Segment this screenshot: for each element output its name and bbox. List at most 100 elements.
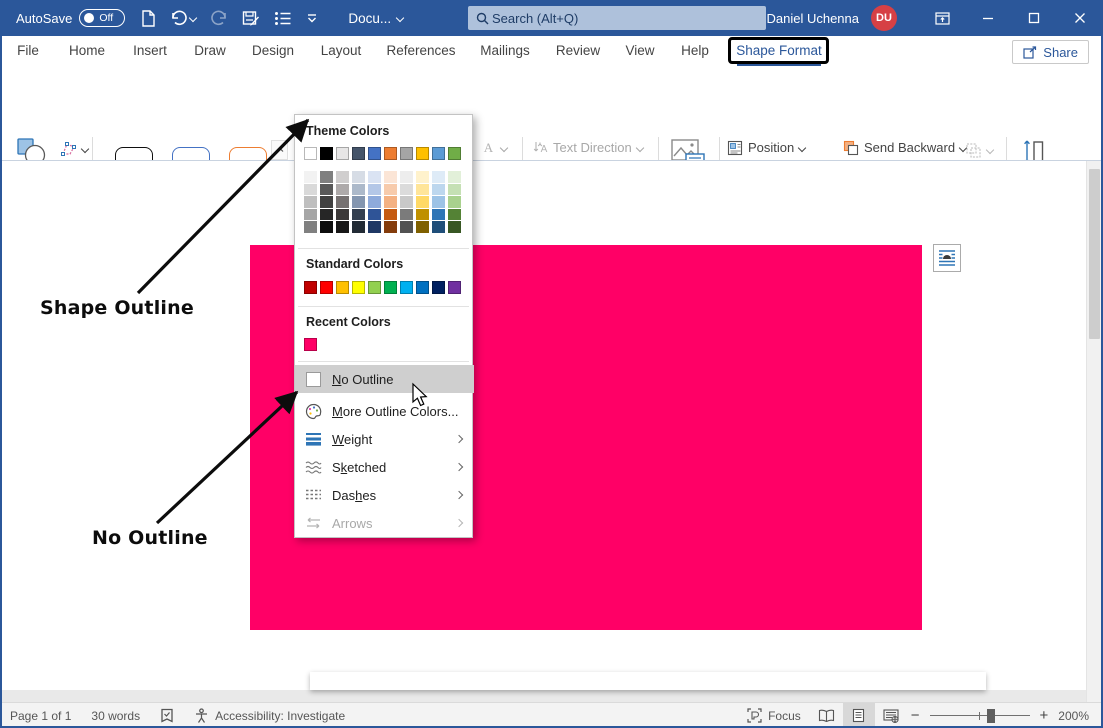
tab-insert[interactable]: Insert: [124, 36, 176, 66]
share-button[interactable]: Share: [1012, 40, 1089, 64]
color-swatch[interactable]: [416, 147, 429, 160]
proofing-status[interactable]: [150, 703, 184, 728]
color-swatch[interactable]: [352, 171, 365, 183]
color-swatch[interactable]: [304, 184, 317, 196]
save-button[interactable]: [242, 10, 260, 27]
tab-design[interactable]: Design: [246, 36, 300, 66]
layout-options-button[interactable]: [933, 244, 961, 272]
tab-view[interactable]: View: [616, 36, 664, 66]
color-swatch[interactable]: [320, 196, 333, 208]
color-swatch[interactable]: [448, 196, 461, 208]
color-swatch[interactable]: [416, 184, 429, 196]
color-swatch[interactable]: [432, 171, 445, 183]
minimize-button[interactable]: [965, 0, 1011, 36]
color-swatch[interactable]: [320, 221, 333, 233]
new-document-button[interactable]: [141, 10, 156, 27]
color-swatch[interactable]: [400, 221, 413, 233]
zoom-slider-thumb[interactable]: [987, 709, 995, 723]
color-swatch[interactable]: [432, 196, 445, 208]
color-swatch[interactable]: [336, 281, 349, 294]
color-swatch[interactable]: [304, 221, 317, 233]
document-title[interactable]: Docu...: [348, 11, 403, 26]
color-swatch[interactable]: [368, 281, 381, 294]
color-swatch[interactable]: [448, 147, 461, 160]
menu-item-no-outline[interactable]: No Outline: [295, 365, 474, 393]
color-swatch[interactable]: [432, 281, 445, 294]
color-swatch[interactable]: [384, 209, 397, 221]
maximize-button[interactable]: [1011, 0, 1057, 36]
color-swatch[interactable]: [384, 147, 397, 160]
color-swatch[interactable]: [448, 221, 461, 233]
tab-help[interactable]: Help: [670, 36, 720, 66]
color-swatch[interactable]: [384, 184, 397, 196]
color-swatch[interactable]: [400, 281, 413, 294]
undo-dropdown-icon[interactable]: [190, 13, 196, 19]
color-swatch[interactable]: [320, 209, 333, 221]
color-swatch[interactable]: [384, 196, 397, 208]
bullet-list-button[interactable]: [274, 11, 292, 26]
avatar[interactable]: DU: [871, 5, 897, 31]
zoom-in-button[interactable]: +: [1036, 707, 1053, 724]
color-swatch[interactable]: [368, 171, 381, 183]
menu-item-more-outline-colors[interactable]: More Outline Colors...: [295, 397, 474, 425]
word-count[interactable]: 30 words: [81, 703, 150, 728]
page-indicator[interactable]: Page 1 of 1: [0, 703, 81, 728]
tab-draw[interactable]: Draw: [186, 36, 234, 66]
menu-item-dashes[interactable]: Dashes: [295, 481, 474, 509]
zoom-level[interactable]: 200%: [1052, 703, 1095, 728]
color-swatch[interactable]: [368, 147, 381, 160]
color-swatch[interactable]: [352, 281, 365, 294]
color-swatch[interactable]: [352, 196, 365, 208]
send-backward-button[interactable]: Send Backward: [840, 137, 969, 158]
color-swatch[interactable]: [432, 209, 445, 221]
focus-button[interactable]: Focus: [737, 703, 811, 728]
color-swatch[interactable]: [320, 147, 333, 160]
color-swatch[interactable]: [432, 147, 445, 160]
tab-layout[interactable]: Layout: [312, 36, 370, 66]
color-swatch[interactable]: [384, 281, 397, 294]
tab-review[interactable]: Review: [552, 36, 604, 66]
ribbon-display-options-button[interactable]: [919, 0, 965, 36]
color-swatch[interactable]: [336, 184, 349, 196]
color-swatch[interactable]: [448, 184, 461, 196]
close-button[interactable]: [1057, 0, 1103, 36]
menu-item-weight[interactable]: Weight: [295, 425, 474, 453]
color-swatch[interactable]: [320, 171, 333, 183]
print-layout-button[interactable]: [843, 703, 875, 728]
color-swatch[interactable]: [304, 196, 317, 208]
color-swatch[interactable]: [320, 184, 333, 196]
color-swatch[interactable]: [416, 171, 429, 183]
color-swatch[interactable]: [352, 184, 365, 196]
vertical-scrollbar[interactable]: [1086, 161, 1101, 702]
color-swatch[interactable]: [384, 221, 397, 233]
color-swatch[interactable]: [336, 221, 349, 233]
autosave-toggle[interactable]: Off: [79, 9, 125, 27]
color-swatch[interactable]: [336, 171, 349, 183]
color-swatch[interactable]: [400, 171, 413, 183]
edit-shape-button[interactable]: [58, 138, 91, 159]
color-swatch[interactable]: [416, 209, 429, 221]
undo-button[interactable]: [170, 10, 196, 26]
color-swatch[interactable]: [352, 209, 365, 221]
position-button[interactable]: Position: [724, 137, 808, 158]
web-layout-button[interactable]: [875, 703, 907, 728]
color-swatch[interactable]: [320, 281, 333, 294]
color-swatch[interactable]: [448, 209, 461, 221]
zoom-out-button[interactable]: −: [907, 707, 924, 724]
tab-home[interactable]: Home: [62, 36, 112, 66]
color-swatch[interactable]: [352, 221, 365, 233]
search-input[interactable]: Search (Alt+Q): [468, 6, 766, 30]
color-swatch[interactable]: [368, 209, 381, 221]
color-swatch[interactable]: [432, 221, 445, 233]
color-swatch[interactable]: [304, 209, 317, 221]
color-swatch[interactable]: [416, 196, 429, 208]
color-swatch[interactable]: [416, 281, 429, 294]
tab-references[interactable]: References: [382, 36, 460, 66]
color-swatch[interactable]: [336, 147, 349, 160]
color-swatch[interactable]: [368, 196, 381, 208]
customize-qat-button[interactable]: [306, 12, 318, 24]
color-swatch[interactable]: [304, 171, 317, 183]
accessibility-status[interactable]: Accessibility: Investigate: [184, 703, 355, 728]
color-swatch[interactable]: [432, 184, 445, 196]
menu-item-sketched[interactable]: Sketched: [295, 453, 474, 481]
